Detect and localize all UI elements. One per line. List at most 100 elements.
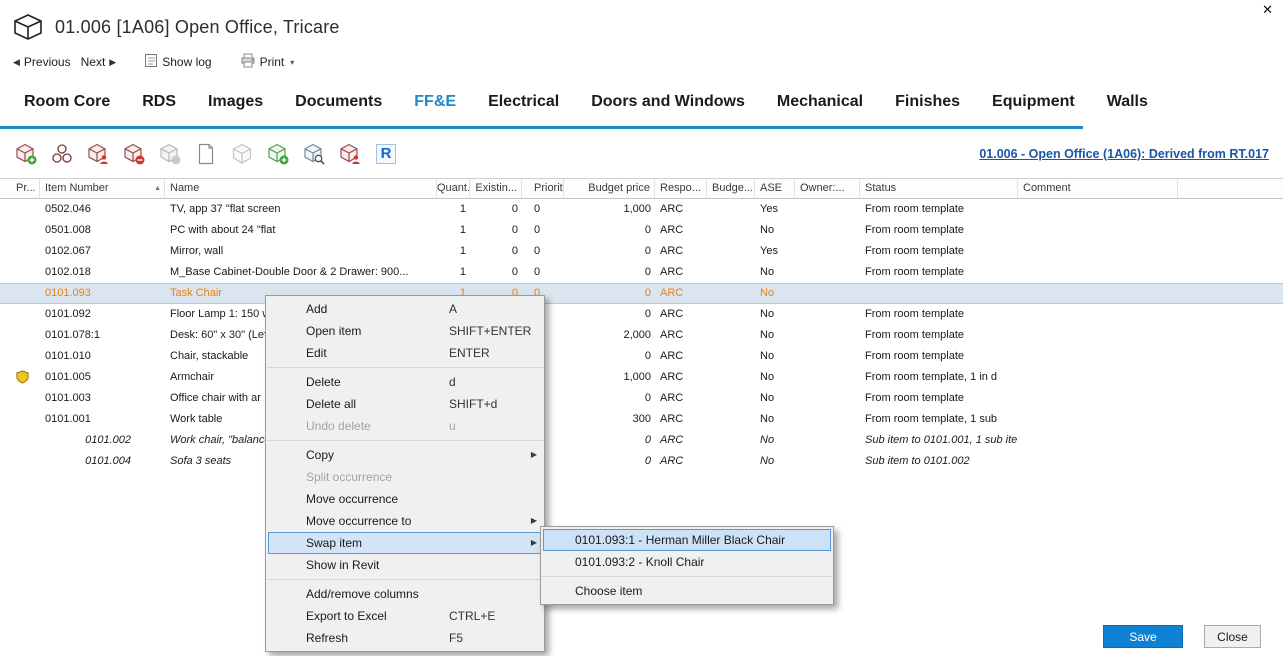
tab-images[interactable]: Images <box>192 93 279 111</box>
cell-status: From room template, 1 in d <box>860 367 1018 388</box>
cell-pr <box>0 430 40 451</box>
tab-finishes[interactable]: Finishes <box>879 93 976 111</box>
column-header-ase[interactable]: ASE <box>755 179 795 198</box>
cell-pr <box>0 346 40 367</box>
submenu-item-0101-093-2-knoll-chair[interactable]: 0101.093:2 - Knoll Chair <box>541 551 833 573</box>
menu-item-delete[interactable]: Deleted <box>266 371 544 393</box>
cell-status: Sub item to 0101.001, 1 sub ite <box>860 430 1018 451</box>
cube-person-icon[interactable] <box>338 142 362 166</box>
column-header-existin[interactable]: Existin... <box>470 179 522 198</box>
cell-status: From room template, 1 sub <box>860 409 1018 430</box>
menu-item-show-in-revit[interactable]: Show in Revit <box>266 554 544 576</box>
derived-from-link[interactable]: 01.006 - Open Office (1A06): Derived fro… <box>979 147 1269 161</box>
cell-budget2 <box>707 451 755 472</box>
occurrence-remove-icon[interactable] <box>122 142 146 166</box>
new-document-icon[interactable] <box>194 142 218 166</box>
column-header-name[interactable]: Name <box>165 179 437 198</box>
menu-item-open-item[interactable]: Open itemSHIFT+ENTER <box>266 320 544 342</box>
cell-pr <box>0 220 40 241</box>
occurrence-group-icon[interactable] <box>50 142 74 166</box>
table-row-0101-001[interactable]: 0101.001Work table300ARCNoFrom room temp… <box>0 409 1283 430</box>
tab-rds[interactable]: RDS <box>126 93 192 111</box>
column-header-quant[interactable]: Quant... <box>437 179 470 198</box>
submenu-item-choose-item[interactable]: Choose item <box>541 580 833 602</box>
menu-item-export-to-excel[interactable]: Export to ExcelCTRL+E <box>266 605 544 627</box>
table-row-0101-005[interactable]: 0101.005Armchair1,000ARCNoFrom room temp… <box>0 367 1283 388</box>
column-header-item-number[interactable]: Item Number▲ <box>40 179 165 198</box>
menu-item-swap-item[interactable]: Swap item▶ <box>268 532 542 554</box>
tab-walls[interactable]: Walls <box>1091 93 1164 111</box>
column-header-owner[interactable]: Owner:... <box>795 179 860 198</box>
close-button[interactable]: Close <box>1204 625 1261 648</box>
submenu-item-0101-093-1-herman-miller-black-chair[interactable]: 0101.093:1 - Herman Miller Black Chair <box>543 529 831 551</box>
table-row-0101-010[interactable]: 0101.010Chair, stackable0ARCNoFrom room … <box>0 346 1283 367</box>
show-log-label: Show log <box>162 55 211 69</box>
cell-item-number: 0501.008 <box>40 220 165 241</box>
tab-mechanical[interactable]: Mechanical <box>761 93 879 111</box>
column-label: Quant... <box>437 182 470 194</box>
table-row-0501-008[interactable]: 0501.008PC with about 24 "flat1000ARCNoF… <box>0 220 1283 241</box>
menu-item-add[interactable]: AddA <box>266 298 544 320</box>
cell-responsible: ARC <box>655 451 707 472</box>
menu-item-shortcut: SHIFT+d <box>449 393 497 415</box>
column-label: Existin... <box>475 182 517 194</box>
cell-ase: Yes <box>755 199 795 220</box>
menu-item-edit[interactable]: EditENTER <box>266 342 544 364</box>
add-occurrence-icon[interactable] <box>14 142 38 166</box>
column-header-status[interactable]: Status <box>860 179 1018 198</box>
menu-item-copy[interactable]: Copy▶ <box>266 444 544 466</box>
table-row-0101-002[interactable]: 0101.002Work chair, "balance"0ARCNoSub i… <box>0 430 1283 451</box>
occurrence-disabled-icon[interactable] <box>158 142 182 166</box>
menu-item-split-occurrence: Split occurrence <box>266 466 544 488</box>
table-row-0101-004[interactable]: 0101.004Sofa 3 seats0ARCNoSub item to 01… <box>0 451 1283 472</box>
table-row-0102-018[interactable]: 0102.018M_Base Cabinet-Double Door & 2 D… <box>0 262 1283 283</box>
cube-outline-icon[interactable] <box>230 142 254 166</box>
next-button[interactable]: Next ▶ <box>76 53 122 71</box>
cell-budget-price: 0 <box>564 451 655 472</box>
cube-search-icon[interactable] <box>302 142 326 166</box>
cube-add-icon[interactable] <box>266 142 290 166</box>
cell-comment <box>1018 304 1178 325</box>
tab-equipment[interactable]: Equipment <box>976 93 1091 111</box>
table-row-0102-067[interactable]: 0102.067Mirror, wall1000ARCYesFrom room … <box>0 241 1283 262</box>
menu-item-refresh[interactable]: RefreshF5 <box>266 627 544 649</box>
tab-documents[interactable]: Documents <box>279 93 398 111</box>
column-header-pr[interactable]: Pr... <box>0 179 40 198</box>
tab-doors-and-windows[interactable]: Doors and Windows <box>575 93 761 111</box>
table-row-0101-078-1[interactable]: 0101.078:1Desk: 60" x 30" (Lef2,000ARCNo… <box>0 325 1283 346</box>
menu-item-label: Move occurrence <box>306 492 398 506</box>
menu-item-shortcut: F5 <box>449 627 463 649</box>
occurrence-person-icon[interactable] <box>86 142 110 166</box>
menu-item-move-occurrence[interactable]: Move occurrence <box>266 488 544 510</box>
window-title: 01.006 [1A06] Open Office, Tricare <box>55 17 340 38</box>
menu-item-label: Edit <box>306 346 327 360</box>
table-row-0502-046[interactable]: 0502.046TV, app 37 "flat screen1001,000A… <box>0 199 1283 220</box>
window-close-icon[interactable]: ✕ <box>1262 3 1273 16</box>
cell-comment <box>1018 283 1178 304</box>
column-header-budge[interactable]: Budge... <box>707 179 755 198</box>
column-header-respo[interactable]: Respo... <box>655 179 707 198</box>
column-header-budget-price[interactable]: Budget price <box>564 179 655 198</box>
tab-electrical[interactable]: Electrical <box>472 93 575 111</box>
table-row-0101-092[interactable]: 0101.092Floor Lamp 1: 150 w0ARCNoFrom ro… <box>0 304 1283 325</box>
menu-item-add-remove-columns[interactable]: Add/remove columns <box>266 583 544 605</box>
save-button[interactable]: Save <box>1103 625 1183 648</box>
table-row-0101-003[interactable]: 0101.003Office chair with ar0ARCNoFrom r… <box>0 388 1283 409</box>
cell-comment <box>1018 325 1178 346</box>
tab-room-core[interactable]: Room Core <box>8 93 126 111</box>
column-header-priority[interactable]: Priority <box>522 179 564 198</box>
cell-item-number: 0101.005 <box>40 367 165 388</box>
cell-budget2 <box>707 388 755 409</box>
column-header-comment[interactable]: Comment <box>1018 179 1178 198</box>
swap-submenu: 0101.093:1 - Herman Miller Black Chair01… <box>540 526 834 605</box>
print-button[interactable]: Print ▾ <box>235 51 300 73</box>
tab-ff-e[interactable]: FF&E <box>398 93 472 111</box>
table-row-0101-093[interactable]: 0101.093Task Chair1000ARCNo <box>0 283 1283 304</box>
menu-separator <box>267 367 543 368</box>
print-label: Print <box>260 55 285 69</box>
revit-icon[interactable]: R <box>374 142 398 166</box>
menu-item-delete-all[interactable]: Delete allSHIFT+d <box>266 393 544 415</box>
previous-button[interactable]: ◀ Previous <box>8 53 76 71</box>
menu-item-move-occurrence-to[interactable]: Move occurrence to▶ <box>266 510 544 532</box>
show-log-button[interactable]: Show log <box>139 51 216 73</box>
